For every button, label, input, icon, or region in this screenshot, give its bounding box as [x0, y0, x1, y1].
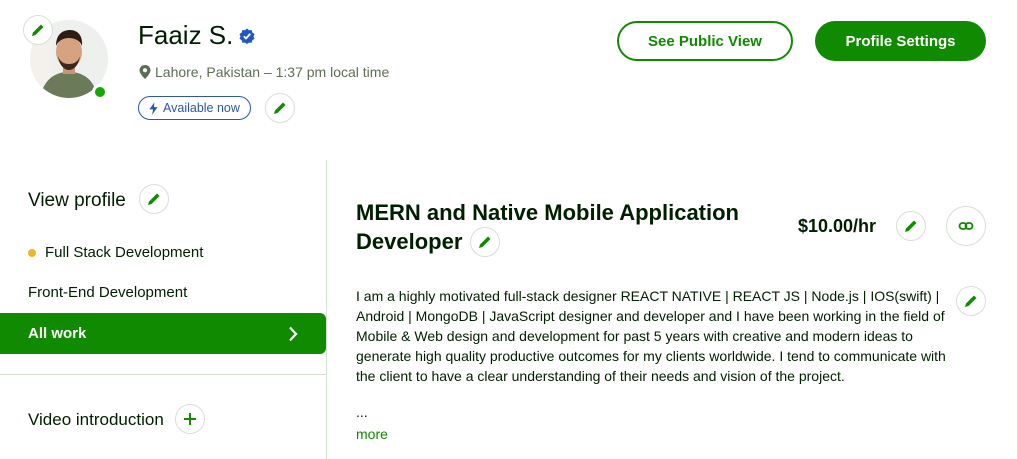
location-pin-icon — [139, 65, 151, 79]
edit-title-button[interactable] — [470, 227, 500, 257]
pencil-icon — [274, 102, 286, 114]
pencil-icon — [148, 193, 160, 205]
see-public-view-button[interactable]: See Public View — [617, 21, 793, 61]
pencil-icon — [32, 24, 44, 36]
edit-view-profile-button[interactable] — [139, 184, 169, 214]
sidebar-divider — [0, 374, 326, 375]
profile-title: MERN and Native Mobile Application Devel… — [356, 200, 739, 254]
sidebar-item-front-end[interactable]: Front-End Development — [28, 284, 187, 301]
verified-badge-icon — [239, 28, 255, 44]
location: Lahore, Pakistan – 1:37 pm local time — [139, 64, 389, 80]
selected-bullet — [28, 248, 36, 257]
location-text: Lahore, Pakistan – 1:37 pm local time — [155, 64, 390, 80]
profile-name: Faaiz S. — [138, 20, 255, 51]
hourly-rate: $10.00/hr — [798, 216, 877, 236]
video-introduction-heading: Video introduction — [28, 410, 164, 429]
edit-rate-button[interactable] — [896, 211, 926, 241]
sidebar-item-label: Full Stack Development — [45, 244, 204, 261]
add-video-button[interactable] — [175, 404, 205, 434]
profile-settings-button[interactable]: Profile Settings — [815, 21, 986, 61]
chevron-right-icon — [289, 326, 298, 341]
description-ellipsis: ... — [356, 404, 368, 420]
sidebar-item-label: All work — [28, 325, 87, 342]
sidebar-item-label: Front-End Development — [28, 284, 188, 301]
copy-link-button[interactable] — [946, 206, 986, 246]
edit-description-button[interactable] — [956, 286, 986, 316]
edit-photo-button[interactable] — [23, 15, 53, 45]
view-profile-heading: View profile — [28, 190, 126, 211]
profile-description: I am a highly motivated full-stack desig… — [356, 288, 946, 384]
plus-icon — [184, 413, 196, 425]
availability-text: Available now — [163, 101, 240, 115]
profile-name-text: Faaiz S. — [138, 20, 234, 50]
more-link[interactable]: more — [356, 426, 388, 442]
lightning-icon — [149, 101, 158, 115]
sidebar-item-full-stack[interactable]: Full Stack Development — [28, 244, 203, 261]
availability-badge[interactable]: Available now — [138, 96, 251, 120]
edit-availability-button[interactable] — [265, 93, 295, 123]
link-icon — [958, 222, 974, 230]
sidebar-item-all-work[interactable]: All work — [0, 313, 326, 354]
pencil-icon — [905, 220, 917, 232]
pencil-icon — [965, 295, 977, 307]
online-status-dot — [92, 84, 108, 100]
sidebar: View profile Full Stack Development Fron… — [0, 160, 327, 459]
pencil-icon — [479, 236, 491, 248]
